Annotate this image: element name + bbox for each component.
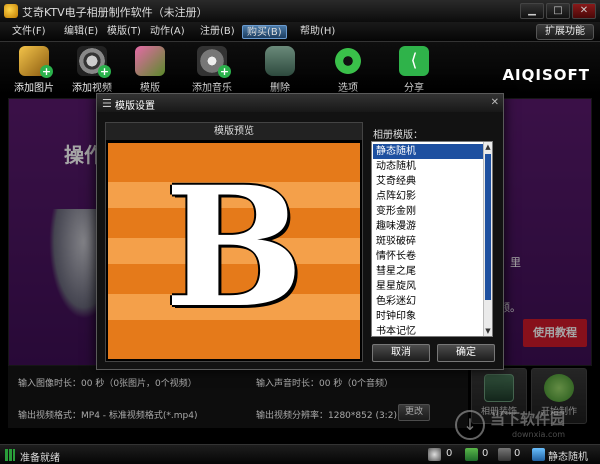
dialog-title-bar[interactable]: ☰ 模版设置 ✕ xyxy=(97,94,503,112)
menu-buy[interactable]: 购买(B) xyxy=(242,25,287,39)
window-title: 艾奇KTV电子相册制作软件（未注册） xyxy=(22,6,208,19)
template-item[interactable]: 静态随机 xyxy=(372,143,484,160)
options-label: 选项 xyxy=(338,83,358,94)
scroll-thumb[interactable] xyxy=(485,154,491,300)
add-video-icon: + xyxy=(77,46,111,78)
menu-edit[interactable]: 编辑(E) xyxy=(60,25,102,39)
status-bar: 准备就绪 0 0 0 0 静态随机 xyxy=(0,444,600,464)
window-controls: ▁ □ ✕ xyxy=(520,3,596,19)
share-button[interactable]: ⟨ 分享 xyxy=(386,46,442,94)
ok-button[interactable]: 确定 xyxy=(437,344,495,362)
photo-count-icon xyxy=(465,448,478,461)
brand-logo: AIQISOFT xyxy=(502,66,590,84)
maximize-button[interactable]: □ xyxy=(546,3,570,19)
toolbar: + 添加图片 + 添加视频 模版 + 添加音乐 删除 选项 ⟨ 分享 AIQIS… xyxy=(0,42,600,94)
template-item[interactable]: 艾奇经典 xyxy=(373,174,483,189)
add-video-button[interactable]: + 添加视频 xyxy=(64,46,120,94)
template-item[interactable]: 星星旋风 xyxy=(373,279,483,294)
share-icon: ⟨ xyxy=(399,46,429,76)
status-count-2: 0 xyxy=(482,448,489,459)
scroll-up-arrow-icon[interactable]: ▲ xyxy=(484,142,492,152)
template-icon xyxy=(135,46,165,76)
template-status-icon xyxy=(532,448,545,461)
template-label: 模版 xyxy=(140,83,160,94)
template-list-label: 相册模版： xyxy=(373,130,423,141)
template-item[interactable]: 彗星之尾 xyxy=(373,264,483,279)
options-button[interactable]: 选项 xyxy=(320,46,376,94)
template-button[interactable]: 模版 xyxy=(122,46,178,94)
dialog-title: 模版设置 xyxy=(115,101,155,112)
video-count-icon xyxy=(498,448,511,461)
app-logo-icon xyxy=(4,4,18,18)
menu-help[interactable]: 帮助(H) xyxy=(296,25,339,39)
menu-bar: 文件(F) 编辑(E) 模版(T) 动作(A) 注册(B) 购买(B) 帮助(H… xyxy=(0,22,600,42)
status-text: 准备就绪 xyxy=(20,453,60,464)
template-item[interactable]: 斑驳破碎 xyxy=(373,234,483,249)
status-count-3: 0 xyxy=(514,448,521,459)
add-photo-label: 添加图片 xyxy=(14,83,54,94)
template-list-scrollbar[interactable]: ▲ ▼ xyxy=(483,142,492,336)
delete-label: 删除 xyxy=(270,83,290,94)
template-listbox[interactable]: 静态随机 动态随机 艾奇经典 点阵幻影 变形金刚 趣味漫游 斑驳破碎 情怀长卷 … xyxy=(371,141,493,337)
template-item[interactable]: 趣味漫游 xyxy=(373,219,483,234)
volume-icon xyxy=(428,448,441,461)
template-settings-dialog: ☰ 模版设置 ✕ 模版预览 B 相册模版： 静态随机 动态随机 艾奇经典 点阵幻… xyxy=(96,93,504,370)
menu-register[interactable]: 注册(B) xyxy=(196,25,239,39)
template-item[interactable]: 色彩迷幻 xyxy=(373,294,483,309)
preview-letter: B xyxy=(164,150,304,344)
template-item[interactable]: 动态随机 xyxy=(373,159,483,174)
template-preview-image: B xyxy=(108,143,360,359)
dialog-menu-icon: ☰ xyxy=(102,97,112,110)
menu-template[interactable]: 模版(T) xyxy=(103,25,145,39)
delete-button[interactable]: 删除 xyxy=(252,46,308,94)
settings-gear-icon xyxy=(333,46,363,76)
add-music-label: 添加音乐 xyxy=(192,83,232,94)
extend-functions-button[interactable]: 扩展功能 xyxy=(536,24,594,40)
title-bar: 艾奇KTV电子相册制作软件（未注册） ▁ □ ✕ xyxy=(0,0,600,22)
dialog-close-icon[interactable]: ✕ xyxy=(491,97,499,108)
status-template-name: 静态随机 xyxy=(548,452,588,463)
trash-icon xyxy=(265,46,295,76)
template-item[interactable]: 时钟印象 xyxy=(373,309,483,324)
template-item[interactable]: 点阵幻影 xyxy=(373,189,483,204)
status-ready-icon xyxy=(5,449,15,461)
template-preview-frame: 模版预览 B xyxy=(105,122,363,362)
share-label: 分享 xyxy=(404,83,424,94)
template-item[interactable]: 情怀长卷 xyxy=(373,249,483,264)
menu-action[interactable]: 动作(A) xyxy=(146,25,189,39)
close-button[interactable]: ✕ xyxy=(572,3,596,19)
status-count-1: 0 xyxy=(446,448,453,459)
scroll-down-arrow-icon[interactable]: ▼ xyxy=(484,326,492,336)
add-music-icon: + xyxy=(197,46,231,78)
template-item[interactable]: 书本记忆 xyxy=(373,324,483,336)
add-photo-icon: + xyxy=(19,46,53,78)
add-photo-button[interactable]: + 添加图片 xyxy=(6,46,62,94)
add-music-button[interactable]: + 添加音乐 xyxy=(184,46,240,94)
add-video-label: 添加视频 xyxy=(72,83,112,94)
menu-file[interactable]: 文件(F) xyxy=(8,25,50,39)
cancel-button[interactable]: 取消 xyxy=(372,344,430,362)
template-preview-label: 模版预览 xyxy=(106,123,362,140)
minimize-button[interactable]: ▁ xyxy=(520,3,544,19)
template-item[interactable]: 变形金刚 xyxy=(373,204,483,219)
